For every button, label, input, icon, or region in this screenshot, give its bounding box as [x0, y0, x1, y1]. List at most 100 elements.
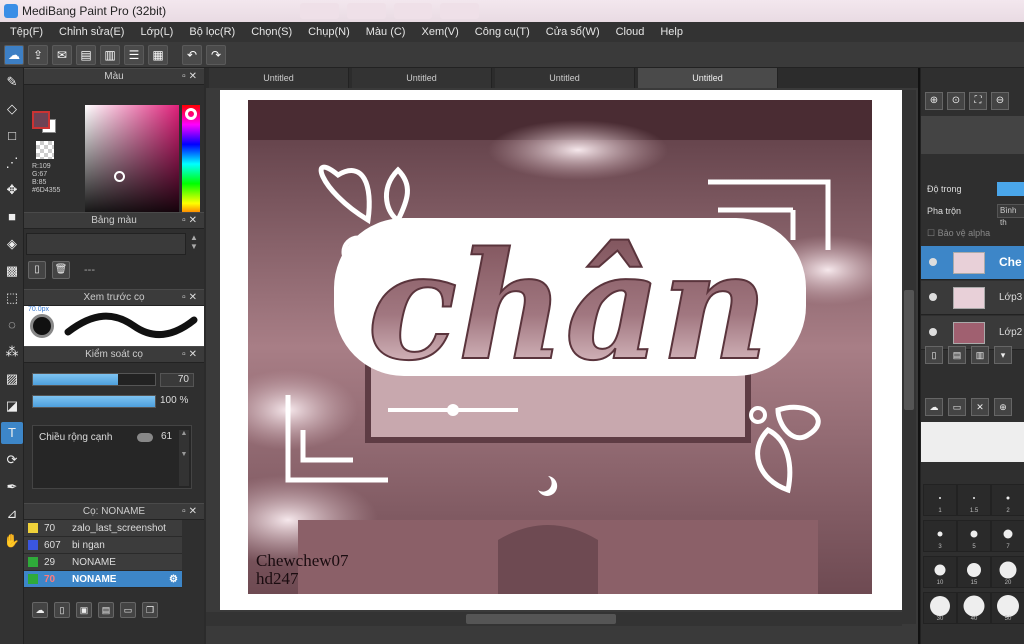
- text-tool-icon[interactable]: T: [1, 422, 23, 444]
- brush-list-item[interactable]: 607 bi ngan: [24, 537, 182, 554]
- zoom-icon[interactable]: ⊕: [994, 398, 1012, 416]
- brush-opacity-slider[interactable]: [32, 395, 156, 408]
- brush-size-option[interactable]: 1.5: [957, 484, 991, 516]
- palette-swatches[interactable]: [26, 233, 186, 255]
- cloud-brush-icon[interactable]: ☁: [32, 602, 48, 618]
- folder-icon[interactable]: ▭: [948, 398, 966, 416]
- brush-size-option[interactable]: 15: [957, 556, 991, 588]
- select-pen-tool-icon[interactable]: ▨: [1, 368, 23, 390]
- menu-window[interactable]: Cửa sổ(W): [538, 22, 608, 42]
- duplicate-brush-icon[interactable]: ❐: [142, 602, 158, 618]
- menu-edit[interactable]: Chỉnh sửa(E): [51, 22, 132, 42]
- cloud-upload-icon[interactable]: ☁: [925, 398, 943, 416]
- primary-color-swatch[interactable]: [32, 111, 50, 129]
- zoom-fit-icon[interactable]: ⊙: [947, 92, 965, 110]
- zoom-in-icon[interactable]: ⊕: [925, 92, 943, 110]
- panel-controls-icon[interactable]: ▫✕: [182, 69, 200, 85]
- select-tool-icon[interactable]: ⬚: [1, 287, 23, 309]
- undo-icon[interactable]: ↶: [182, 44, 202, 65]
- notes-icon[interactable]: ▤: [76, 44, 96, 65]
- menu-layer[interactable]: Lớp(L): [132, 22, 181, 42]
- edge-width-slider[interactable]: [137, 433, 153, 442]
- brush-size-option[interactable]: 40: [957, 592, 991, 624]
- zoom-out-icon[interactable]: ⊖: [991, 92, 1009, 110]
- layer-item[interactable]: Lớp3: [921, 281, 1024, 315]
- palette-scroll-icon[interactable]: ▲ ▼: [188, 233, 200, 255]
- menu-view[interactable]: Xem(V): [413, 22, 466, 42]
- pen-tool-icon[interactable]: ✒: [1, 476, 23, 498]
- layer-item[interactable]: Lớp2: [921, 316, 1024, 350]
- new-halftone-layer-icon[interactable]: ▤: [948, 346, 966, 364]
- saturation-value-picker[interactable]: [85, 105, 179, 223]
- add-layer-menu-icon[interactable]: ▾: [994, 346, 1012, 364]
- share-icon[interactable]: ⇪: [28, 44, 48, 65]
- folder-icon[interactable]: ▭: [120, 602, 136, 618]
- new-8bit-layer-icon[interactable]: ▥: [971, 346, 989, 364]
- document-tab[interactable]: Untitled: [209, 68, 349, 88]
- navigator-preview[interactable]: [921, 116, 1024, 154]
- brush-size-option[interactable]: 30: [923, 592, 957, 624]
- panel-controls-icon[interactable]: ▫✕: [182, 290, 200, 306]
- visibility-icon[interactable]: [929, 328, 937, 336]
- page-icon[interactable]: ▥: [100, 44, 120, 65]
- panel-controls-icon[interactable]: ▫✕: [182, 504, 200, 520]
- hue-slider-handle[interactable]: [185, 108, 197, 120]
- protect-alpha-checkbox[interactable]: ☐ Bảo vệ alpha: [927, 228, 990, 239]
- eyedropper-tool-icon[interactable]: ⊿: [1, 503, 23, 525]
- cloud-icon[interactable]: ☁: [4, 44, 24, 65]
- menu-cloud[interactable]: Cloud: [608, 22, 653, 42]
- eraser-tool-icon[interactable]: ◇: [1, 98, 23, 120]
- gradient-tool-icon[interactable]: ▩: [1, 260, 23, 282]
- list-icon[interactable]: ☰: [124, 44, 144, 65]
- panel-controls-icon[interactable]: ▫✕: [182, 347, 200, 363]
- brush-size-option[interactable]: 50: [991, 592, 1024, 624]
- brush-size-option[interactable]: 1: [923, 484, 957, 516]
- layer-opacity-slider[interactable]: [997, 182, 1024, 196]
- menu-capture[interactable]: Chụp(N): [300, 22, 358, 42]
- new-brush-icon[interactable]: ▯: [54, 602, 70, 618]
- menu-select[interactable]: Chọn(S): [243, 22, 300, 42]
- magic-wand-tool-icon[interactable]: ⁂: [1, 341, 23, 363]
- brush-list-item-selected[interactable]: 70 NONAME ⚙: [24, 571, 182, 588]
- grid-icon[interactable]: ▦: [148, 44, 168, 65]
- brush-size-option[interactable]: 2: [991, 484, 1024, 516]
- layer-item-selected[interactable]: Che: [921, 246, 1024, 280]
- document-tab-active[interactable]: Untitled: [638, 68, 778, 88]
- menu-file[interactable]: Tệp(F): [2, 22, 51, 42]
- brush-size-option[interactable]: 7: [991, 520, 1024, 552]
- canvas-page[interactable]: chân Chewchew07 hd247: [220, 90, 902, 610]
- menu-color[interactable]: Màu (C): [358, 22, 414, 42]
- new-layer-icon[interactable]: ▯: [925, 346, 943, 364]
- panel-controls-icon[interactable]: ▫✕: [182, 213, 200, 229]
- brush-list-item[interactable]: 29 NONAME: [24, 554, 182, 571]
- dot-tool-icon[interactable]: ⋰: [1, 152, 23, 174]
- document-tab[interactable]: Untitled: [495, 68, 635, 88]
- brush-tool-icon[interactable]: ✎: [1, 71, 23, 93]
- brush-size-option[interactable]: 3: [923, 520, 957, 552]
- brush-list-item[interactable]: 70 zalo_last_screenshot: [24, 520, 182, 537]
- bucket-tool-icon[interactable]: ◈: [1, 233, 23, 255]
- visibility-icon[interactable]: [929, 258, 937, 266]
- redo-icon[interactable]: ↷: [206, 44, 226, 65]
- artwork[interactable]: chân Chewchew07 hd247: [248, 100, 872, 594]
- new-palette-icon[interactable]: ▯: [28, 261, 46, 279]
- brush-settings-icon[interactable]: ▤: [98, 602, 114, 618]
- fill-rect-tool-icon[interactable]: ■: [1, 206, 23, 228]
- brush-size-input[interactable]: 70: [160, 373, 194, 387]
- transparent-color-swatch[interactable]: [36, 141, 54, 159]
- sv-picker-handle[interactable]: [114, 171, 125, 182]
- hand-tool-icon[interactable]: ✋: [1, 530, 23, 552]
- add-brush-icon[interactable]: ▣: [76, 602, 92, 618]
- comment-icon[interactable]: ✉: [52, 44, 72, 65]
- gear-icon[interactable]: ⚙: [169, 574, 178, 585]
- menu-help[interactable]: Help: [652, 22, 691, 42]
- brush-size-option[interactable]: 5: [957, 520, 991, 552]
- shape-tool-icon[interactable]: □: [1, 125, 23, 147]
- blend-mode-select[interactable]: Bình th: [997, 204, 1024, 227]
- brush-size-slider[interactable]: [32, 373, 156, 386]
- horizontal-scroll-thumb[interactable]: [466, 614, 616, 624]
- menu-filter[interactable]: Bộ lọc(R): [181, 22, 243, 42]
- edge-scrollbar[interactable]: ▲ ▼: [179, 430, 189, 486]
- operation-tool-icon[interactable]: ⟳: [1, 449, 23, 471]
- fit-screen-icon[interactable]: ⛶: [969, 92, 987, 110]
